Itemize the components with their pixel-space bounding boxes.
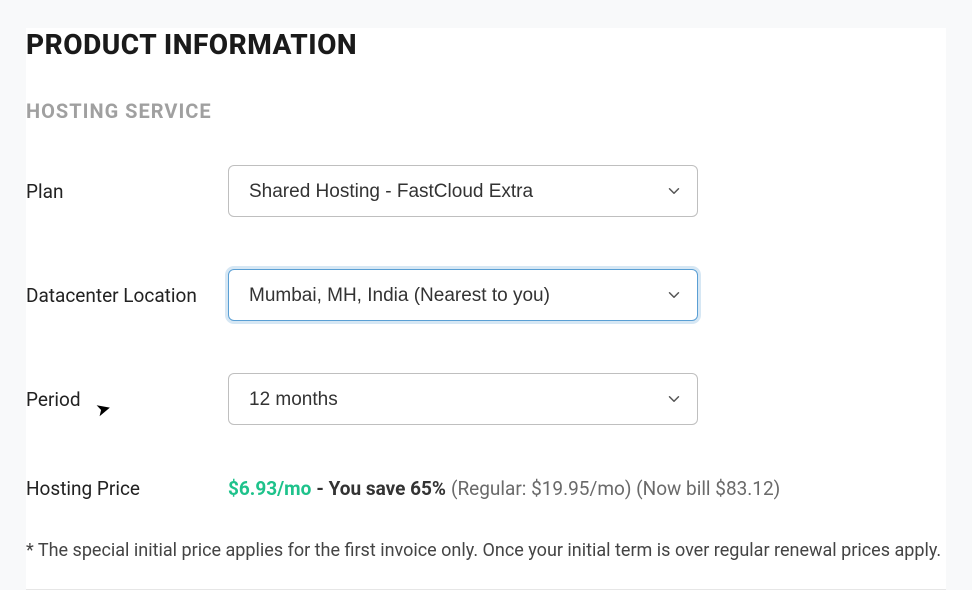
price-rate: $6.93/mo: [228, 477, 311, 500]
price-regular: (Regular: $19.95/mo) (Now bill $83.12): [451, 477, 780, 500]
period-row: Period 12 months: [26, 373, 946, 425]
price-info: $6.93/mo - You save 65% (Regular: $19.95…: [228, 477, 780, 500]
price-label: Hosting Price: [26, 477, 228, 500]
period-label: Period: [26, 388, 228, 411]
plan-label: Plan: [26, 180, 228, 203]
plan-select[interactable]: Shared Hosting - FastCloud Extra: [228, 165, 698, 217]
price-row: Hosting Price $6.93/mo - You save 65% (R…: [26, 477, 946, 500]
page-title: PRODUCT INFORMATION: [26, 28, 946, 61]
period-select[interactable]: 12 months: [228, 373, 698, 425]
plan-row: Plan Shared Hosting - FastCloud Extra: [26, 165, 946, 217]
disclaimer-text: * The special initial price applies for …: [26, 540, 946, 590]
price-savings: - You save 65%: [316, 477, 446, 500]
datacenter-label: Datacenter Location: [26, 284, 228, 307]
datacenter-row: Datacenter Location Mumbai, MH, India (N…: [26, 269, 946, 321]
datacenter-select[interactable]: Mumbai, MH, India (Nearest to you): [228, 269, 698, 321]
section-title: HOSTING SERVICE: [26, 99, 946, 123]
